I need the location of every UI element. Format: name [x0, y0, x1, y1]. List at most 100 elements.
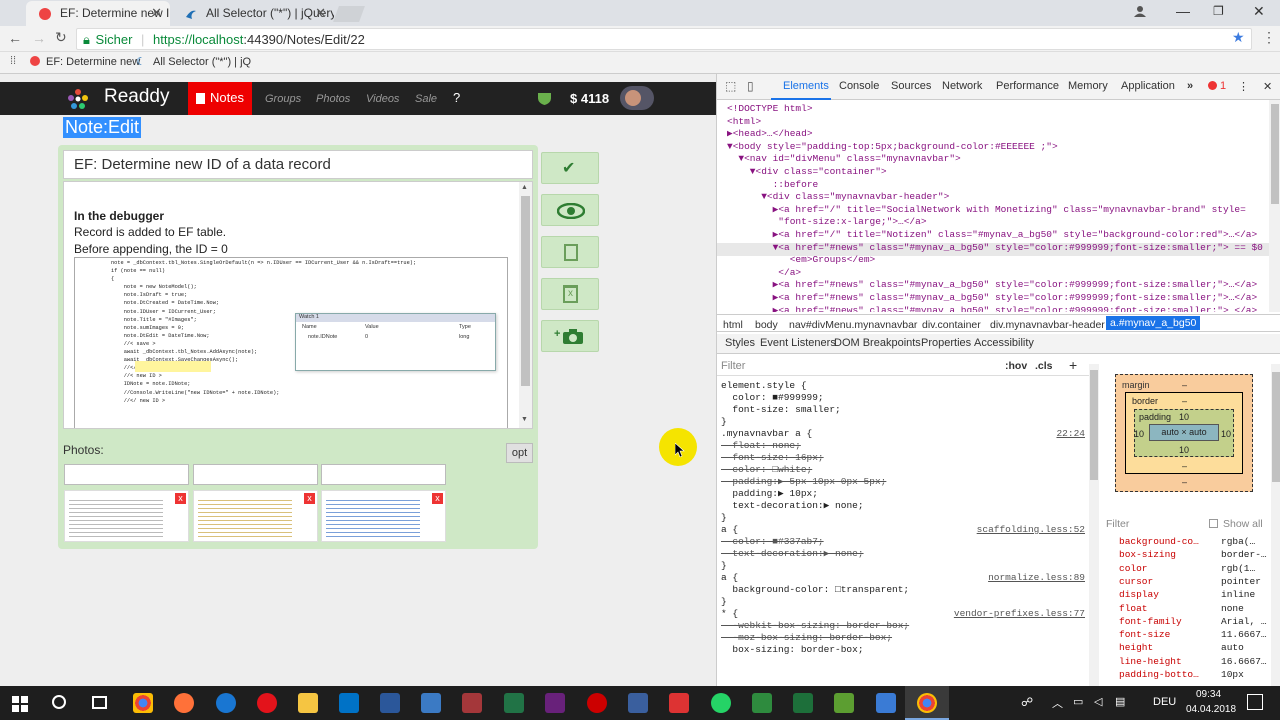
photo-thumbnail[interactable]: x	[64, 490, 189, 542]
computed-property[interactable]: background-co… rgba(…	[1105, 536, 1273, 549]
tab-performance[interactable]: Performance	[996, 80, 1059, 92]
tab-styles[interactable]: Styles	[725, 337, 755, 349]
computed-filter[interactable]: Filter Show all	[1101, 514, 1280, 534]
tray-expand-icon[interactable]: ︿	[1052, 695, 1063, 711]
app-icon[interactable]	[793, 693, 813, 713]
bookmark-item[interactable]: EF: Determine new	[46, 56, 140, 68]
device-toolbar-icon[interactable]: ▯	[747, 79, 754, 93]
tab-memory[interactable]: Memory	[1068, 80, 1108, 92]
delete-button[interactable]: x	[541, 278, 599, 310]
computed-property[interactable]: box-sizing border-…	[1105, 549, 1273, 562]
whatsapp-icon[interactable]	[711, 693, 731, 713]
settings-menu-icon[interactable]: ⋮	[1238, 80, 1249, 93]
tab-dom-breakpoints[interactable]: DOM Breakpoints	[834, 337, 921, 349]
record-icon[interactable]	[587, 693, 607, 713]
app-icon[interactable]	[669, 693, 689, 713]
search-icon[interactable]	[52, 695, 66, 709]
dom-node-selected[interactable]: ▼<a href="#news" class="#mynav_a_bg50" s…	[727, 242, 1263, 253]
css-source-link[interactable]: 22:24	[1056, 428, 1085, 439]
show-all-checkbox[interactable]	[1209, 519, 1218, 528]
photo-caption-input[interactable]	[64, 464, 189, 485]
app-icon[interactable]	[876, 693, 896, 713]
computed-property[interactable]: display inline	[1105, 589, 1273, 602]
dom-node[interactable]: ▼<body style="padding-top:5px;background…	[727, 141, 1058, 152]
task-view-icon[interactable]	[92, 696, 107, 709]
file-explorer-icon[interactable]	[298, 693, 318, 713]
more-tabs-icon[interactable]: »	[1187, 80, 1193, 92]
url-input[interactable]: 🔒︎ Sicher | https://localhost:44390/Note…	[76, 28, 1252, 50]
windows-start-icon[interactable]	[12, 696, 28, 712]
minimize-icon[interactable]: —	[1176, 3, 1190, 19]
photo-caption-input[interactable]	[321, 464, 446, 485]
brand-name[interactable]: Readdy	[104, 86, 170, 108]
css-rule-line[interactable]: a {	[721, 524, 738, 535]
opera-icon[interactable]	[257, 693, 277, 713]
chrome-active-taskbar-button[interactable]	[905, 686, 949, 720]
dom-node[interactable]: </a>	[727, 267, 801, 278]
tab-accessibility[interactable]: Accessibility	[974, 337, 1034, 349]
app-icon[interactable]	[752, 693, 772, 713]
css-rule-line[interactable]: color: ■#999999;	[721, 392, 823, 403]
breadcrumb-item[interactable]: html	[723, 319, 743, 331]
volume-icon[interactable]: ◁	[1094, 695, 1102, 708]
bookmark-star-icon[interactable]: ★	[1232, 29, 1245, 46]
add-photo-button[interactable]: +	[541, 320, 599, 352]
browser-tab-active[interactable]: EF: Determine new ID ✕	[26, 1, 170, 26]
editor-scrollbar[interactable]: ▲ ▼	[519, 182, 532, 428]
dom-node[interactable]: ▶<a href="#news" class="#mynav_a_bg50" s…	[727, 279, 1258, 290]
nav-help[interactable]: ?	[453, 90, 460, 105]
nav-photos[interactable]: Photos	[316, 93, 350, 105]
breadcrumb-item-active[interactable]: a.#mynav_a_bg50	[1106, 316, 1201, 330]
tab-properties[interactable]: Properties	[921, 337, 971, 349]
profile-icon[interactable]	[1133, 4, 1147, 18]
add-rule-icon[interactable]: +	[1069, 357, 1077, 373]
css-rule-line[interactable]: element.style {	[721, 380, 807, 391]
dom-node[interactable]: ▶<head>…</head>	[727, 128, 813, 139]
computed-property[interactable]: color rgb(1…	[1105, 563, 1273, 576]
computed-property[interactable]: font-family Arial, …	[1105, 616, 1273, 629]
app-icon[interactable]	[834, 693, 854, 713]
css-rule-line[interactable]: }	[721, 512, 727, 523]
nav-groups[interactable]: Groups	[265, 93, 301, 105]
dom-node[interactable]: ::before	[727, 179, 819, 190]
computed-property[interactable]: font-size 11.6667…	[1105, 629, 1273, 642]
dom-node[interactable]: "font-size:x-large;">…</a>	[727, 216, 926, 227]
new-tab-button[interactable]	[333, 6, 365, 22]
bookmark-item[interactable]: All Selector ("*") | jQ	[153, 56, 251, 68]
css-rule-line[interactable]: }	[721, 416, 727, 427]
tab-elements[interactable]: Elements	[783, 80, 829, 92]
tab-network[interactable]: Network	[942, 80, 982, 92]
network-icon[interactable]: ▭	[1073, 695, 1083, 708]
view-button[interactable]	[541, 194, 599, 226]
hov-toggle[interactable]: :hov	[1005, 360, 1027, 372]
css-rule-line[interactable]: float: none;	[721, 440, 800, 451]
breadcrumb-item[interactable]: div.mynavnavbar-header	[990, 319, 1105, 331]
word-icon[interactable]	[380, 693, 400, 713]
avatar[interactable]	[620, 86, 654, 110]
tab-sources[interactable]: Sources	[891, 80, 931, 92]
tab-application[interactable]: Application	[1121, 80, 1175, 92]
computed-scrollbar[interactable]	[1271, 364, 1280, 686]
dom-node[interactable]: <em>Groups</em>	[727, 254, 876, 265]
inspect-icon[interactable]: ⬚	[725, 79, 736, 93]
close-window-icon[interactable]: ✕	[1253, 3, 1265, 20]
close-tab-icon[interactable]: ✕	[151, 5, 162, 21]
dom-node[interactable]: <html>	[727, 116, 761, 127]
nav-notes[interactable]: Notes	[188, 82, 252, 115]
outlook-icon[interactable]	[339, 693, 359, 713]
error-count[interactable]: 1	[1220, 80, 1226, 92]
computed-property[interactable]: height auto	[1105, 642, 1273, 655]
chrome-icon[interactable]	[133, 693, 153, 713]
scroll-down-icon[interactable]: ▼	[521, 416, 528, 423]
dom-node[interactable]: ▼<nav id="divMenu" class="mynavnavbar">	[727, 153, 960, 164]
computed-property[interactable]: float none	[1105, 603, 1273, 616]
dom-scrollbar[interactable]	[1269, 100, 1280, 312]
css-rule-line[interactable]: padding:▶ 5px 10px 0px 5px;	[721, 476, 886, 487]
nav-sale[interactable]: Sale	[415, 93, 437, 105]
reload-icon[interactable]: ↻	[55, 29, 67, 46]
breadcrumb-item[interactable]: body	[755, 319, 778, 331]
language-indicator[interactable]: DEU	[1153, 696, 1176, 708]
styles-filter-input[interactable]: Filter :hov .cls +	[717, 356, 1089, 376]
delete-photo-icon[interactable]: x	[304, 493, 315, 504]
breadcrumb-item[interactable]: div.container	[922, 319, 981, 331]
